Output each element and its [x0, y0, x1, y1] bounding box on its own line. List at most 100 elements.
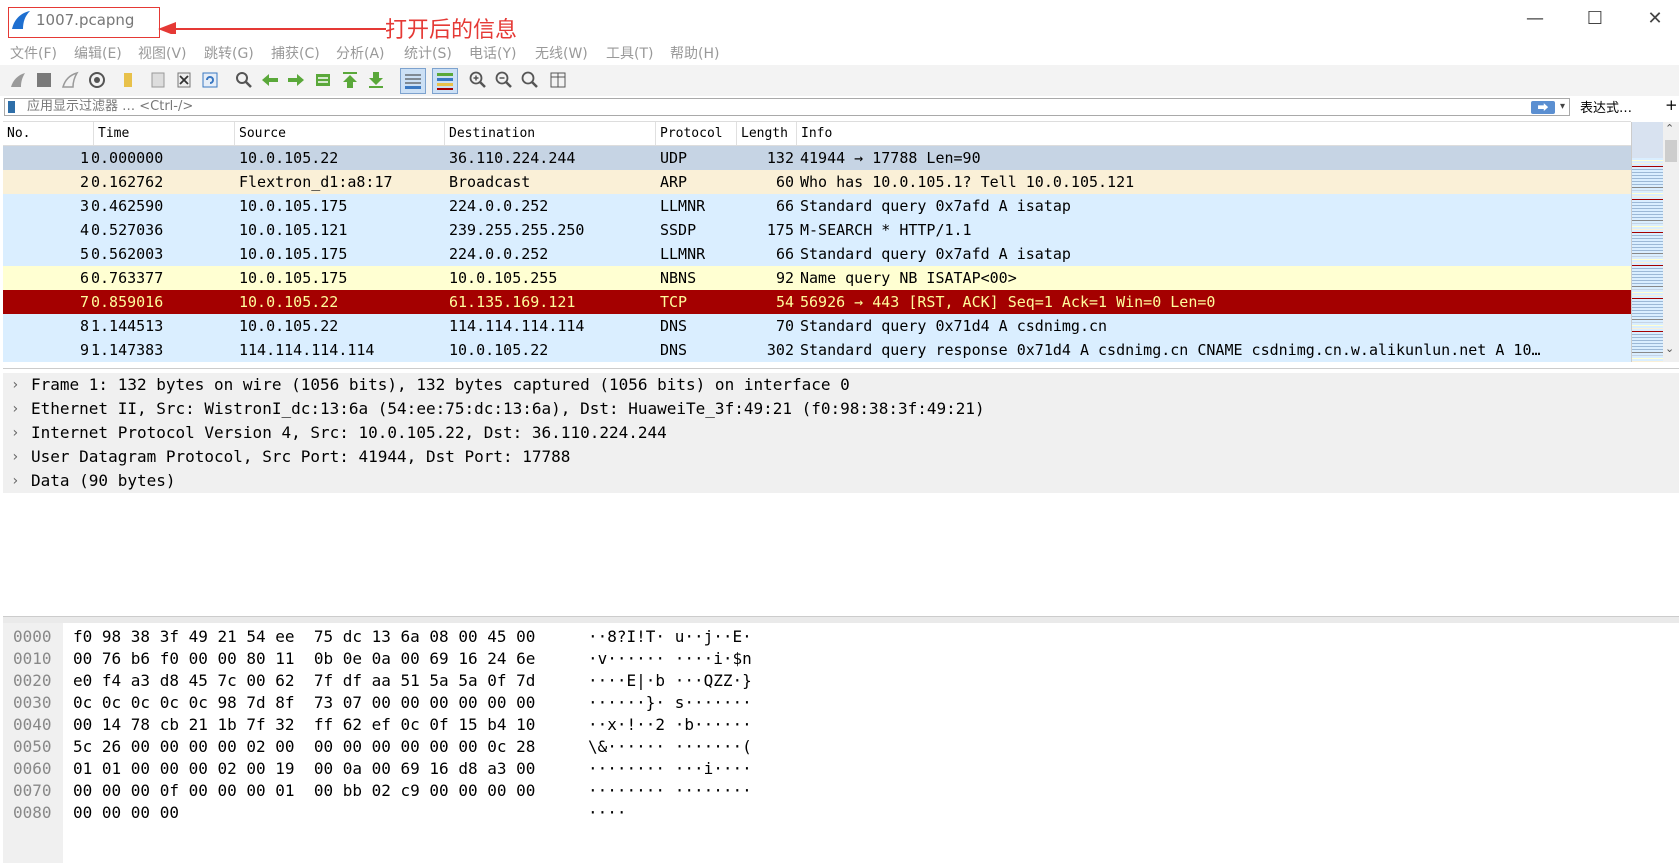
expand-chevron-icon[interactable]: ›	[11, 373, 19, 397]
packet-row[interactable]: 5 0.562003 10.0.105.175 224.0.0.252 LLMNR 66 S…	[3, 242, 1631, 266]
scroll-up-icon[interactable]: ⌃	[1665, 122, 1674, 135]
column-header-time[interactable]: Time	[94, 122, 235, 145]
colorize-icon[interactable]	[432, 68, 458, 94]
menu-wireless[interactable]: 无线(W)	[535, 43, 588, 63]
zoom-out-icon[interactable]	[494, 70, 514, 90]
maximize-button[interactable]: ☐	[1575, 8, 1615, 30]
go-back-icon[interactable]	[260, 70, 280, 90]
first-packet-icon[interactable]	[340, 70, 360, 90]
byte-row[interactable]: 0050 5c 26 00 00 00 00 02 00 00 00 00 00 …	[3, 736, 1679, 758]
apply-filter-arrow-icon[interactable]: ⮕	[1531, 101, 1555, 114]
detail-row-ethernet[interactable]: › Ethernet II, Src: WistronI_dc:13:6a (54…	[3, 397, 1679, 421]
cell-destination: 61.135.169.121	[449, 293, 576, 311]
byte-hex: 00 00 00 00	[73, 803, 179, 822]
expand-chevron-icon[interactable]: ›	[11, 397, 19, 421]
go-forward-icon[interactable]	[286, 70, 306, 90]
detail-row-udp[interactable]: › User Datagram Protocol, Src Port: 41944…	[3, 445, 1679, 469]
menu-file[interactable]: 文件(F)	[10, 43, 57, 63]
expand-chevron-icon[interactable]: ›	[11, 421, 19, 445]
packet-row[interactable]: 6 0.763377 10.0.105.175 10.0.105.255 NBNS 92 N…	[3, 266, 1631, 290]
packet-row[interactable]: 4 0.527036 10.0.105.121 239.255.255.250 SSDP…	[3, 218, 1631, 242]
cell-time: 0.763377	[91, 269, 164, 287]
display-filter-input[interactable]: 应用显示过滤器 … <Ctrl-/> ⮕ ▾	[4, 98, 1570, 116]
add-filter-button[interactable]: +	[1665, 96, 1678, 114]
detail-row-frame[interactable]: › Frame 1: 132 bytes on wire (1056 bits),…	[3, 373, 1679, 397]
minimap-stripe	[1632, 274, 1664, 275]
byte-ascii: ········ ···i····	[588, 759, 752, 778]
column-header-no[interactable]: No.	[3, 122, 94, 145]
packet-row[interactable]: 7 0.859016 10.0.105.22 61.135.169.121 TCP 54 5…	[3, 290, 1631, 314]
menu-statistics[interactable]: 统计(S)	[404, 43, 452, 63]
byte-row[interactable]: 0070 00 00 00 0f 00 00 00 01 00 bb 02 c9 …	[3, 780, 1679, 802]
open-file-icon[interactable]	[120, 70, 140, 90]
menu-capture[interactable]: 捕获(C)	[271, 43, 320, 63]
reload-file-icon[interactable]	[200, 70, 220, 90]
menu-telephony[interactable]: 电话(Y)	[469, 43, 516, 63]
column-header-source[interactable]: Source	[235, 122, 445, 145]
packet-row[interactable]: 1 0.000000 10.0.105.22 36.110.224.244 UDP 132…	[3, 146, 1631, 170]
menu-go[interactable]: 跳转(G)	[204, 43, 254, 63]
resize-columns-icon[interactable]	[548, 70, 568, 90]
cell-no: 5	[79, 245, 89, 263]
menu-tools[interactable]: 工具(T)	[606, 43, 653, 63]
column-header-length[interactable]: Length	[737, 122, 797, 145]
minimap-stripe	[1632, 196, 1664, 197]
menu-analyze[interactable]: 分析(A)	[336, 43, 385, 63]
scroll-down-icon[interactable]: ⌄	[1665, 342, 1674, 355]
autoscroll-icon[interactable]	[400, 68, 426, 94]
minimap-stripe	[1632, 250, 1664, 251]
cell-source: 10.0.105.175	[239, 245, 348, 263]
expand-chevron-icon[interactable]: ›	[11, 445, 19, 469]
scroll-thumb[interactable]	[1665, 140, 1677, 162]
packet-row[interactable]: 3 0.462590 10.0.105.175 224.0.0.252 LLMNR 66 S…	[3, 194, 1631, 218]
minimap-stripe	[1632, 262, 1664, 263]
byte-hex: f0 98 38 3f 49 21 54 ee 75 dc 13 6a 08 0…	[73, 627, 536, 646]
zoom-in-icon[interactable]	[468, 70, 488, 90]
column-header-destination[interactable]: Destination	[445, 122, 656, 145]
go-to-packet-icon[interactable]	[313, 70, 333, 90]
packet-list-scrollbar[interactable]: ⌃ ⌄	[1663, 122, 1679, 362]
normal-size-icon[interactable]	[520, 70, 540, 90]
packet-row[interactable]: 2 0.162762 Flextron_d1:a8:17 Broadcast ARP 60…	[3, 170, 1631, 194]
start-capture-icon[interactable]	[8, 70, 28, 90]
restart-capture-icon[interactable]	[60, 70, 80, 90]
byte-row[interactable]: 0040 00 14 78 cb 21 1b 7f 32 ff 62 ef 0c …	[3, 714, 1679, 736]
cell-protocol: LLMNR	[660, 245, 706, 263]
menu-view[interactable]: 视图(V)	[138, 43, 187, 63]
column-header-protocol[interactable]: Protocol	[656, 122, 737, 145]
minimap-stripe	[1632, 208, 1664, 209]
detail-row-data[interactable]: › Data (90 bytes)	[3, 469, 1679, 493]
display-filter-bar: 应用显示过滤器 … <Ctrl-/> ⮕ ▾ 表达式… +	[0, 96, 1679, 119]
cell-destination: 10.0.105.255	[449, 269, 558, 287]
expression-button[interactable]: 表达式…	[1580, 97, 1632, 116]
capture-options-icon[interactable]	[87, 70, 107, 90]
stop-capture-icon[interactable]	[34, 70, 54, 90]
packet-minimap[interactable]	[1631, 122, 1664, 362]
find-packet-icon[interactable]	[234, 70, 254, 90]
minimize-button[interactable]: —	[1515, 8, 1555, 30]
close-button[interactable]: ✕	[1635, 8, 1675, 30]
detail-row-ipv4[interactable]: › Internet Protocol Version 4, Src: 10.0.…	[3, 421, 1679, 445]
close-file-icon[interactable]	[174, 70, 194, 90]
byte-row[interactable]: 0080 00 00 00 00 ····	[3, 802, 1679, 824]
menu-help[interactable]: 帮助(H)	[670, 43, 719, 63]
filter-dropdown-icon[interactable]: ▾	[1560, 99, 1565, 115]
byte-hex: e0 f4 a3 d8 45 7c 00 62 7f df aa 51 5a 5…	[73, 671, 536, 690]
last-packet-icon[interactable]	[366, 70, 386, 90]
cell-source: 10.0.105.175	[239, 197, 348, 215]
byte-row[interactable]: 0020 e0 f4 a3 d8 45 7c 00 62 7f df aa 51 …	[3, 670, 1679, 692]
bookmark-icon[interactable]	[8, 101, 15, 113]
expand-chevron-icon[interactable]: ›	[11, 469, 19, 493]
byte-row[interactable]: 0030 0c 0c 0c 0c 0c 98 7d 8f 73 07 00 00 …	[3, 692, 1679, 714]
byte-row[interactable]: 0060 01 01 00 00 00 02 00 19 00 0a 00 69 …	[3, 758, 1679, 780]
menu-edit[interactable]: 编辑(E)	[74, 43, 122, 63]
byte-offset: 0030	[13, 693, 52, 712]
packet-row[interactable]: 9 1.147383 114.114.114.114 10.0.105.22 DNS 30…	[3, 338, 1631, 362]
column-header-info[interactable]: Info	[797, 122, 1631, 145]
packet-row[interactable]: 8 1.144513 10.0.105.22 114.114.114.114 DNS 70…	[3, 314, 1631, 338]
save-file-icon[interactable]	[148, 70, 168, 90]
minimap-stripe	[1632, 169, 1664, 170]
byte-row[interactable]: 0000 f0 98 38 3f 49 21 54 ee 75 dc 13 6a …	[3, 626, 1679, 648]
byte-row[interactable]: 0010 00 76 b6 f0 00 00 80 11 0b 0e 0a 00 …	[3, 648, 1679, 670]
minimap-stripe	[1632, 160, 1664, 161]
